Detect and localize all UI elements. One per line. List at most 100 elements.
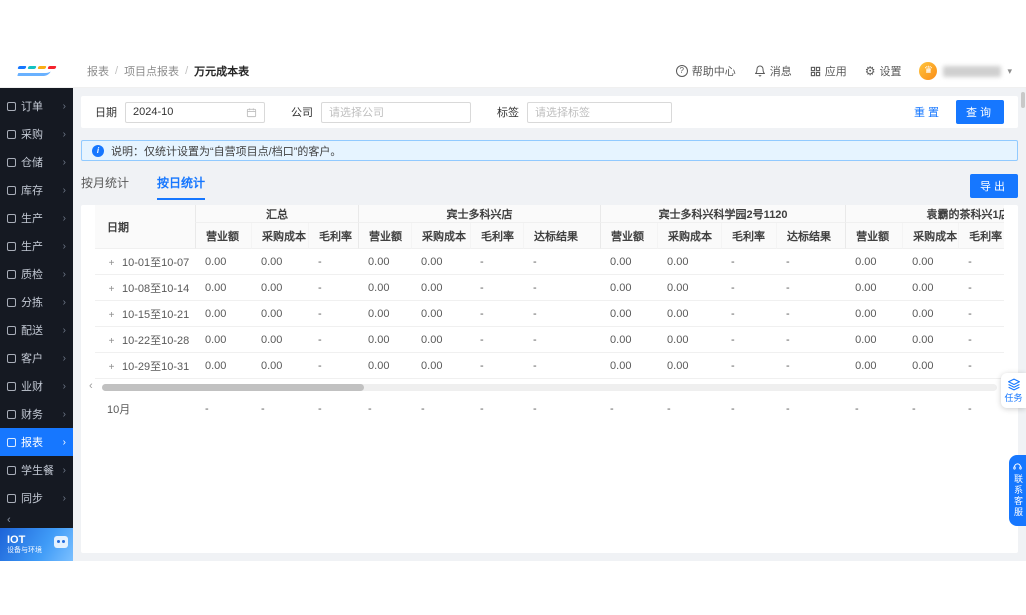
column-header: 营业额 [358,223,412,249]
sidebar-item-13[interactable]: 学生餐 › [0,456,73,484]
breadcrumb-item[interactable]: 报表 [87,63,109,79]
cell-value: - [776,353,846,379]
expand-row-icon[interactable]: + [107,258,116,269]
cell-value: - [523,327,601,353]
cell-value: - [721,301,777,327]
chevron-right-icon: › [62,100,66,112]
sidebar-item-0[interactable]: 订单 › [0,92,73,120]
group-header: 汇总 [195,205,359,223]
cell-value: 0.00 [657,275,722,301]
avatar: ♛ [919,62,938,80]
expand-row-icon[interactable]: + [107,284,116,295]
chevron-right-icon: › [62,156,66,168]
tag-filter-input[interactable]: 请选择标签 [527,101,672,123]
sidebar-item-10[interactable]: 业财 › [0,372,73,400]
breadcrumb-item: 万元成本表 [194,66,250,78]
settings-button[interactable]: ⚙ 设置 [865,63,902,79]
sidebar-item-7[interactable]: 分拣 › [0,288,73,316]
summary-cell: - [731,403,735,415]
cell-value: 0.00 [902,275,959,301]
group-header: 宾士多科兴科学园2号1120 [600,205,846,223]
column-header: 营业额 [195,223,251,249]
date-filter-input[interactable]: 2024-10 [125,101,265,123]
sorting-icon [7,297,16,307]
cell-value: 0.00 [657,249,722,275]
inventory-icon [7,185,16,195]
business-finance-icon [7,381,16,391]
tab-monthly-stats[interactable]: 按月统计 [81,174,129,200]
tag-filter-label: 标签 [497,107,519,119]
sidebar-item-4[interactable]: 生产 › [0,204,73,232]
sidebar-item-1[interactable]: 采购 › [0,120,73,148]
apps-button[interactable]: 应用 [810,63,847,79]
collapse-icon: ‹ [7,514,11,526]
main-content: 日期 2024-10 公司 请选择公司 标签 请选择标签 重置 查询 i 说明：… [73,88,1026,561]
scrollbar-thumb[interactable] [102,384,364,391]
info-alert: i 说明：仅统计设置为“自营项目点/档口”的客户。 [81,140,1018,161]
breadcrumb-separator: / [115,65,119,77]
row-date: +10-08至10-14 [95,275,195,301]
bell-icon [754,65,766,77]
scroll-left-icon[interactable]: ‹ [89,380,93,393]
sidebar-item-6[interactable]: 质检 › [0,260,73,288]
sidebar-item-11[interactable]: 财务 › [0,400,73,428]
iot-banner[interactable]: IOT 设备与环境 [0,528,73,561]
breadcrumb: 报表 / 项目点报表 / 万元成本表 [87,63,249,79]
expand-row-icon[interactable]: + [107,336,116,347]
summary-cell: - [786,403,790,415]
summary-cell: - [368,403,372,415]
task-float-button[interactable]: 任务 [1001,373,1026,408]
contact-service-button[interactable]: 联系客服 [1009,455,1026,526]
table-viewport: 日期 汇总 宾士多科兴店 宾士多科兴科学园2号1120 袁霸的茶科兴1店 营业额 采购成本… [95,205,1004,379]
summary-cell: - [968,403,972,415]
user-name-redacted [943,65,1002,77]
breadcrumb-item[interactable]: 项目点报表 [124,63,179,79]
cell-value: 0.00 [358,301,412,327]
sidebar-item-label: 客户 [21,353,43,365]
help-center-button[interactable]: ? 帮助中心 [675,63,736,79]
row-date: +10-01至10-07 [95,249,195,275]
search-button[interactable]: 查询 [956,100,1004,124]
sidebar-item-8[interactable]: 配送 › [0,316,73,344]
cell-value: 0.00 [600,249,658,275]
export-button[interactable]: 导出 [970,174,1018,198]
column-header-date: 日期 [95,205,195,249]
cell-value: - [523,249,601,275]
sidebar-item-3[interactable]: 库存 › [0,176,73,204]
summary-cell: - [855,403,859,415]
tab-daily-stats[interactable]: 按日统计 [157,174,206,200]
sidebar-item-label: 同步 [21,493,43,505]
sidebar-collapse-button[interactable]: ‹ [0,512,73,528]
sidebar-item-12[interactable]: 报表 › [0,428,73,456]
user-menu[interactable]: ♛ ▾ [919,62,1012,80]
cell-value: 0.00 [195,275,251,301]
scrollbar-track[interactable] [102,384,997,391]
column-header: 毛利率 [308,223,359,249]
sidebar-menu: 订单 › 采购 › 仓储 › 库存 › 生产 › 生产 › 质检 › 分拣 › 配送 › 客户 › 业财 › 财务 › 报表 › 学… [0,88,73,512]
sidebar-item-label: 质检 [21,269,43,281]
column-header: 营业额 [845,223,903,249]
page-scrollbar-thumb[interactable] [1021,92,1025,108]
cell-value: 0.00 [902,301,959,327]
expand-row-icon[interactable]: + [107,362,116,373]
purchase-icon [7,129,16,139]
settings-label: 设置 [879,66,902,78]
table-row: +10-29至10-31 0.00 0.00-0.00 0.00- -0.00 0.00-… [95,353,1004,379]
chevron-down-icon: ▾ [1007,65,1012,76]
company-filter-input[interactable]: 请选择公司 [321,101,471,123]
warehouse-icon [7,157,16,167]
sidebar-item-2[interactable]: 仓储 › [0,148,73,176]
expand-row-icon[interactable]: + [107,310,116,321]
cell-value: 0.00 [358,327,412,353]
sidebar-item-9[interactable]: 客户 › [0,344,73,372]
table-header-groups: 日期 汇总 宾士多科兴店 宾士多科兴科学园2号1120 袁霸的茶科兴1店 [95,205,1004,249]
reset-button[interactable]: 重置 [914,104,942,120]
cell-value: 0.00 [251,353,308,379]
summary-cell: - [318,403,322,415]
chevron-right-icon: › [62,380,66,392]
cell-value: 0.00 [251,327,308,353]
messages-button[interactable]: 消息 [754,63,792,79]
sidebar-item-14[interactable]: 同步 › [0,484,73,512]
sidebar-item-5[interactable]: 生产 › [0,232,73,260]
tag-filter-placeholder: 请选择标签 [535,107,590,119]
